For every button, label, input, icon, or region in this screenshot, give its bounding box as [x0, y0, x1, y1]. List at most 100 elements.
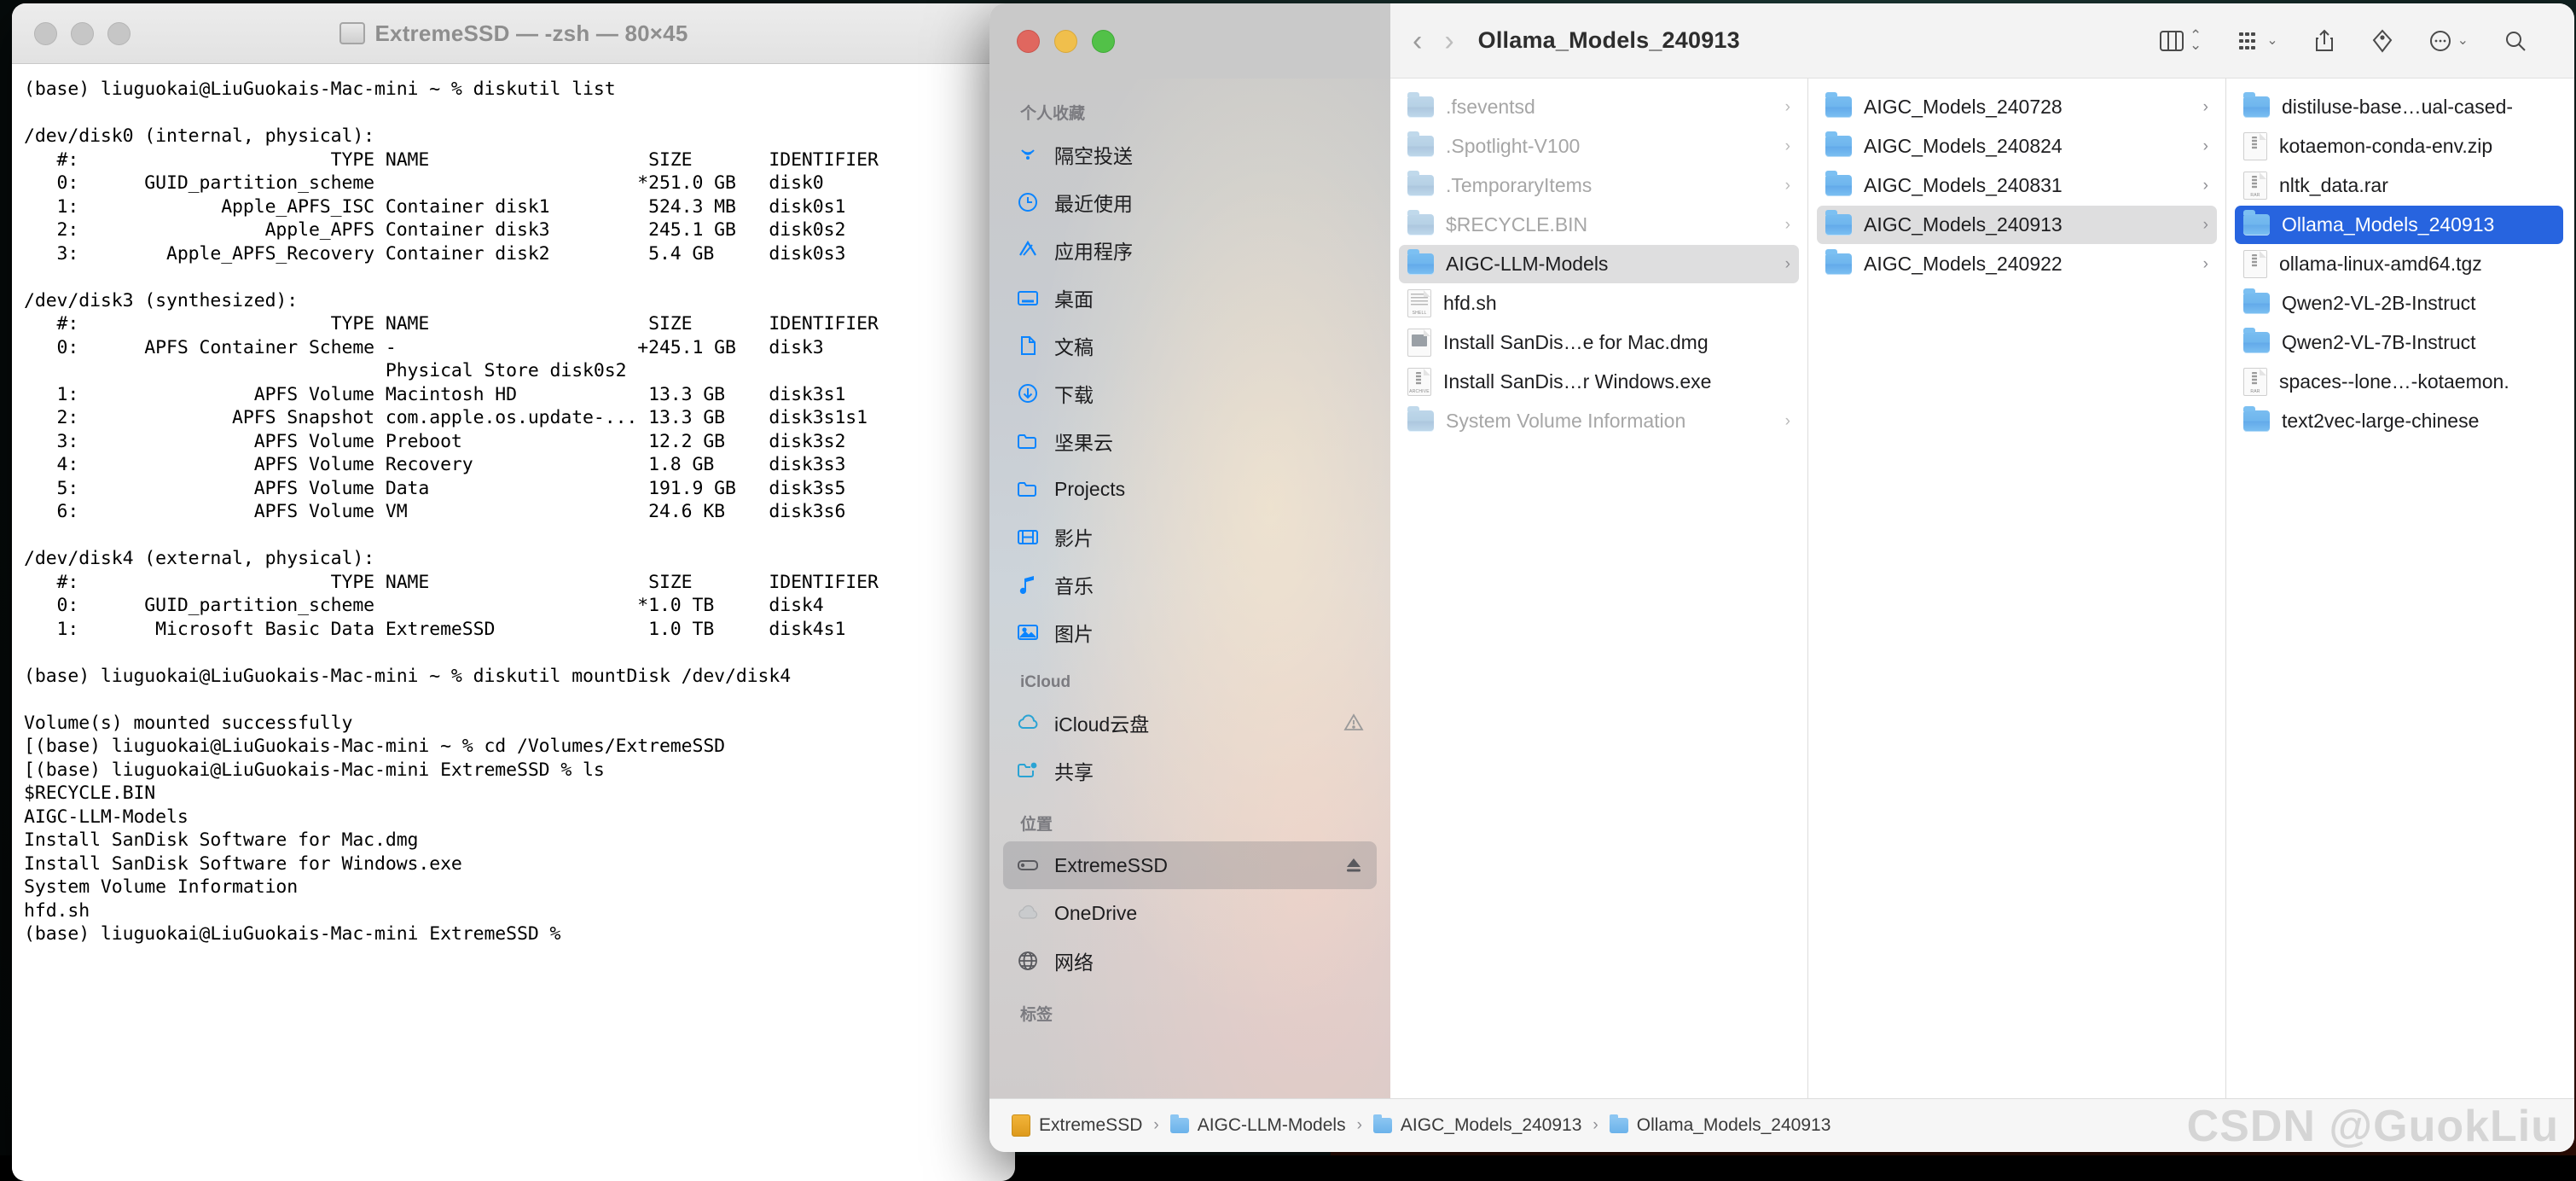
group-by-button[interactable]: ⌄	[2219, 29, 2295, 53]
list-item-selected-path[interactable]: AIGC-LLM-Models ›	[1399, 245, 1799, 283]
finder-window[interactable]: ‹ › Ollama_Models_240913 ⌃ ⌄ ⌄ ⌄ 个人收藏 隔空…	[989, 3, 2574, 1152]
sidebar-item-projects[interactable]: Projects	[1003, 465, 1377, 513]
list-item[interactable]: AIGC_Models_240922 ›	[1817, 245, 2217, 283]
sidebar-item-onedrive[interactable]: OneDrive	[1003, 889, 1377, 937]
list-item[interactable]: AIGC_Models_240831 ›	[1817, 166, 2217, 205]
breadcrumb-item-aigc-llm-models[interactable]: AIGC-LLM-Models	[1169, 1114, 1346, 1136]
terminal-title: ExtremeSSD — -zsh — 80×45	[374, 20, 688, 46]
sidebar-item-documents[interactable]: 文稿	[1003, 322, 1377, 369]
eject-icon[interactable]	[1343, 854, 1365, 876]
sidebar-item-network[interactable]: 网络	[1003, 937, 1377, 985]
list-item[interactable]: .fseventsd ›	[1399, 88, 1799, 126]
sidebar-item-label: 桌面	[1054, 288, 1094, 311]
list-item[interactable]: Install SanDis…e for Mac.dmg	[1399, 323, 1799, 362]
tag-button[interactable]	[2353, 28, 2411, 54]
group-caret-down-icon[interactable]: ⌄	[2266, 33, 2277, 48]
disclosure-arrow-icon[interactable]: ›	[2195, 177, 2208, 195]
disclosure-arrow-icon[interactable]: ›	[1777, 137, 1790, 156]
disclosure-arrow-icon[interactable]: ›	[1777, 98, 1790, 117]
list-item[interactable]: $RECYCLE.BIN ›	[1399, 206, 1799, 244]
close-button[interactable]	[1017, 29, 1040, 53]
zoom-button[interactable]	[1092, 29, 1115, 53]
list-item[interactable]: SHELL hfd.sh	[1399, 284, 1799, 323]
sidebar-item-movies[interactable]: 影片	[1003, 513, 1377, 561]
disclosure-arrow-icon[interactable]: ›	[2195, 137, 2208, 156]
finder-traffic-lights[interactable]	[1017, 29, 1115, 53]
column-extremessd[interactable]: .fseventsd › .Spotlight-V100 › .Temporar…	[1390, 79, 1808, 1098]
list-item[interactable]: .Spotlight-V100 ›	[1399, 127, 1799, 166]
file-name: AIGC_Models_240913	[1864, 213, 2063, 236]
downloads-icon	[1015, 381, 1041, 406]
file-name: .fseventsd	[1446, 96, 1535, 118]
list-item[interactable]: kotaemon-conda-env.zip	[2235, 127, 2563, 166]
disclosure-arrow-icon[interactable]: ›	[2195, 98, 2208, 117]
list-item[interactable]: AIGC_Models_240728 ›	[1817, 88, 2217, 126]
sidebar-item-jianguoyun[interactable]: 坚果云	[1003, 417, 1377, 465]
file-name: ollama-linux-amd64.tgz	[2279, 253, 2482, 275]
finder-sidebar[interactable]: 个人收藏 隔空投送 最近使用 应用程序 桌面 文稿 下载 坚果云 Project…	[989, 79, 1390, 1098]
breadcrumb-item-ollama-models-240913[interactable]: Ollama_Models_240913	[1609, 1114, 1830, 1136]
list-item[interactable]: Qwen2-VL-7B-Instruct	[2235, 323, 2563, 362]
disclosure-arrow-icon[interactable]: ›	[1777, 216, 1790, 235]
sidebar-item-icloud-drive[interactable]: iCloud云盘	[1003, 699, 1377, 747]
list-item[interactable]: distiluse-base…ual-cased-	[2235, 88, 2563, 126]
terminal-body[interactable]: (base) liuguokai@LiuGuokais-Mac-mini ~ %…	[12, 64, 1015, 1181]
disclosure-arrow-icon[interactable]: ›	[2195, 216, 2208, 235]
network-globe-icon	[1015, 948, 1041, 974]
terminal-title-area: ExtremeSSD — -zsh — 80×45	[12, 20, 1015, 47]
sidebar-item-desktop[interactable]: 桌面	[1003, 274, 1377, 322]
close-button[interactable]	[34, 22, 57, 45]
minimize-button[interactable]	[71, 22, 94, 45]
minimize-button[interactable]	[1054, 29, 1077, 53]
breadcrumb-item-aigc-models-240913[interactable]: AIGC_Models_240913	[1372, 1114, 1581, 1136]
list-item[interactable]: .TemporaryItems ›	[1399, 166, 1799, 205]
forward-chevron-icon[interactable]: ›	[1444, 26, 1453, 55]
finder-content: 个人收藏 隔空投送 最近使用 应用程序 桌面 文稿 下载 坚果云 Project…	[989, 79, 2574, 1098]
column-aigc-llm-models[interactable]: AIGC_Models_240728 › AIGC_Models_240824 …	[1808, 79, 2226, 1098]
disclosure-arrow-icon[interactable]: ›	[2195, 255, 2208, 274]
back-chevron-icon[interactable]: ‹	[1413, 26, 1422, 55]
sidebar-item-airdrop[interactable]: 隔空投送	[1003, 131, 1377, 178]
sidebar-item-applications[interactable]: 应用程序	[1003, 226, 1377, 274]
terminal-traffic-lights[interactable]	[34, 22, 131, 45]
disclosure-arrow-icon[interactable]: ›	[1777, 255, 1790, 274]
list-item[interactable]: RAR spaces--lone…-kotaemon.	[2235, 363, 2563, 401]
sidebar-item-pictures[interactable]: 图片	[1003, 608, 1377, 656]
search-button[interactable]	[2486, 28, 2545, 54]
more-actions-button[interactable]: ⌄	[2411, 29, 2486, 53]
more-caret-down-icon[interactable]: ⌄	[2457, 33, 2469, 48]
folder-icon	[2243, 328, 2270, 353]
navigation-arrows[interactable]: ‹ ›	[1413, 26, 1454, 55]
sidebar-item-label: iCloud云盘	[1054, 713, 1150, 736]
list-item[interactable]: ARCHIVE Install SanDis…r Windows.exe	[1399, 363, 1799, 401]
view-mode-button[interactable]: ⌃ ⌄	[2142, 28, 2219, 53]
folder-icon	[1825, 92, 1852, 118]
list-item[interactable]: RAR nltk_data.rar	[2235, 166, 2563, 205]
list-item[interactable]: ollama-linux-amd64.tgz	[2235, 245, 2563, 283]
sidebar-item-label: 隔空投送	[1054, 145, 1133, 167]
file-name: Qwen2-VL-2B-Instruct	[2282, 292, 2476, 314]
list-item[interactable]: System Volume Information ›	[1399, 402, 1799, 440]
sidebar-item-shared[interactable]: 共享	[1003, 747, 1377, 794]
share-button[interactable]	[2295, 28, 2353, 54]
file-name: Ollama_Models_240913	[2282, 213, 2495, 236]
disclosure-arrow-icon[interactable]: ›	[1777, 177, 1790, 195]
zoom-button[interactable]	[107, 22, 131, 45]
sidebar-item-extremessd[interactable]: ExtremeSSD	[1003, 841, 1377, 889]
file-name: .TemporaryItems	[1446, 174, 1593, 196]
list-item[interactable]: text2vec-large-chinese	[2235, 402, 2563, 440]
sidebar-item-downloads[interactable]: 下载	[1003, 369, 1377, 417]
list-item[interactable]: Qwen2-VL-2B-Instruct	[2235, 284, 2563, 323]
list-item-selected-path[interactable]: AIGC_Models_240913 ›	[1817, 206, 2217, 244]
view-updown-caret-icon[interactable]: ⌃ ⌄	[2190, 28, 2202, 51]
list-item-selected[interactable]: Ollama_Models_240913	[2235, 206, 2563, 244]
list-item[interactable]: AIGC_Models_240824 ›	[1817, 127, 2217, 166]
disclosure-arrow-icon[interactable]: ›	[1777, 412, 1790, 431]
column-aigc-models-240913[interactable]: distiluse-base…ual-cased- kotaemon-conda…	[2226, 79, 2572, 1098]
breadcrumb-item-extremessd[interactable]: ExtremeSSD	[1012, 1114, 1142, 1137]
finder-window-title: Ollama_Models_240913	[1477, 27, 1740, 53]
sidebar-item-recents[interactable]: 最近使用	[1003, 178, 1377, 226]
terminal-titlebar[interactable]: ExtremeSSD — -zsh — 80×45	[12, 3, 1015, 64]
sidebar-item-music[interactable]: 音乐	[1003, 561, 1377, 608]
terminal-window[interactable]: ExtremeSSD — -zsh — 80×45 (base) liuguok…	[12, 3, 1015, 1181]
